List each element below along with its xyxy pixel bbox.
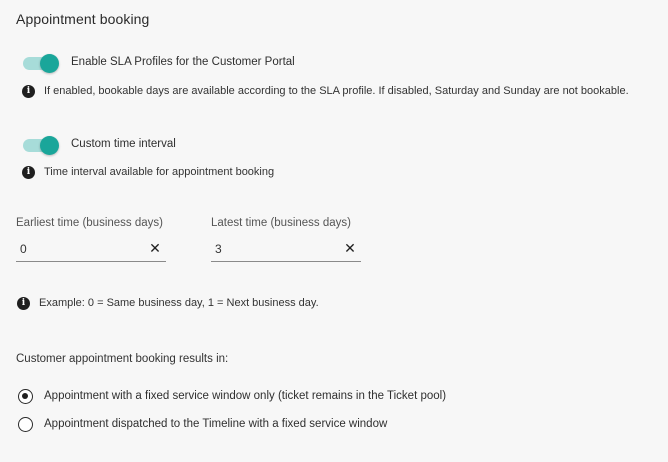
latest-time-label: Latest time (business days) bbox=[211, 217, 351, 229]
clear-icon[interactable]: ✕ bbox=[148, 241, 162, 255]
info-icon: i bbox=[22, 166, 35, 179]
custom-interval-toggle[interactable] bbox=[21, 135, 59, 155]
latest-time-field: ✕ bbox=[211, 238, 361, 262]
info-icon: i bbox=[22, 85, 35, 98]
section-title: Appointment booking bbox=[16, 11, 150, 27]
booking-result-label: Customer appointment booking results in: bbox=[16, 353, 229, 365]
toggle-knob bbox=[40, 136, 59, 155]
radio-fixed-window-only-label: Appointment with a fixed service window … bbox=[44, 390, 447, 402]
sla-profiles-toggle[interactable] bbox=[21, 53, 59, 73]
sla-info-text: If enabled, bookable days are available … bbox=[44, 85, 629, 97]
earliest-time-field: ✕ bbox=[16, 238, 166, 262]
radio-dispatched-timeline[interactable] bbox=[18, 417, 33, 432]
toggle-knob bbox=[40, 54, 59, 73]
radio-selected-dot bbox=[22, 393, 28, 399]
info-icon: i bbox=[17, 297, 30, 310]
custom-interval-toggle-label: Custom time interval bbox=[71, 138, 176, 150]
sla-profiles-toggle-label: Enable SLA Profiles for the Customer Por… bbox=[71, 56, 295, 68]
earliest-time-label: Earliest time (business days) bbox=[16, 217, 163, 229]
latest-time-input[interactable] bbox=[215, 238, 335, 260]
interval-info-text: Time interval available for appointment … bbox=[44, 166, 275, 178]
radio-fixed-window-only[interactable] bbox=[18, 389, 33, 404]
earliest-time-input[interactable] bbox=[20, 238, 140, 260]
radio-dispatched-timeline-label: Appointment dispatched to the Timeline w… bbox=[44, 418, 388, 430]
clear-icon[interactable]: ✕ bbox=[343, 241, 357, 255]
example-text: Example: 0 = Same business day, 1 = Next… bbox=[39, 297, 319, 309]
